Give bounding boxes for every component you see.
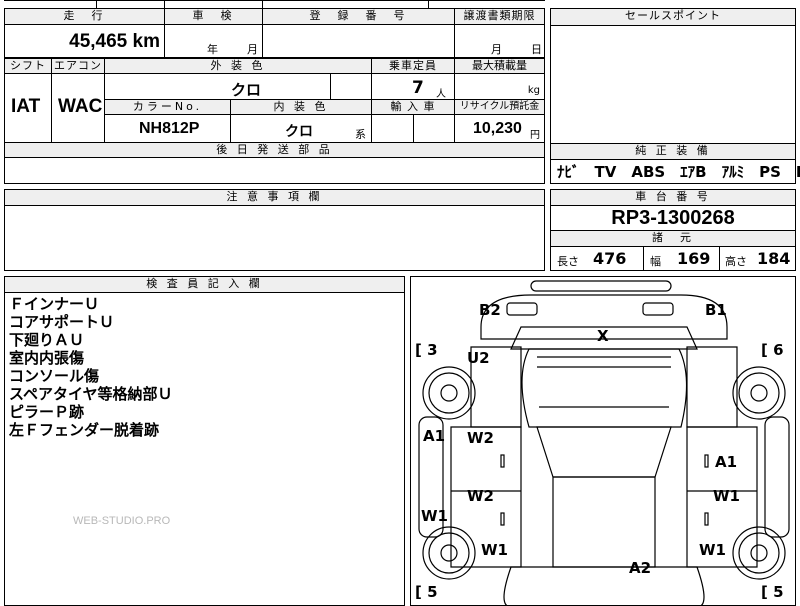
ac-header: エアコン <box>51 58 105 74</box>
mark-w2-upper: W2 <box>467 429 494 447</box>
capacity-header: 乗車定員 <box>371 58 455 74</box>
max-load-cell: kg <box>454 73 545 100</box>
height-label: 高さ <box>725 255 747 268</box>
shift-value: IAT <box>11 96 41 117</box>
length-value: 476 <box>593 249 627 268</box>
car-diagram-box: B2 B1 X U2 [ 3 [ 6 A1 W2 A1 W2 W1 W1 W1 … <box>410 276 796 606</box>
ac-cell: WAC <box>51 73 105 143</box>
chassis-header: 車 台 番 号 <box>551 190 795 206</box>
shift-header: シフト <box>4 58 52 74</box>
mark-b2: B2 <box>479 301 501 319</box>
width-value: 169 <box>677 249 711 268</box>
inspector-note: コンソール傷 <box>9 367 100 385</box>
sales-point-header: セールスポイント <box>551 9 795 26</box>
mark-b1: B1 <box>705 301 727 319</box>
mark-w1-left-inner: W1 <box>481 541 508 559</box>
transfer-day-label: 日 <box>531 43 542 56</box>
interior-color-value: クロ <box>285 124 313 140</box>
inspector-note: 左Ｆフェンダー脱着跡 <box>9 421 160 439</box>
later-parts-header: 後 日 発 送 部 品 <box>4 142 545 158</box>
exterior-color-header: 外 装 色 <box>104 58 372 74</box>
sales-point-box: セールスポイント <box>550 8 796 144</box>
exterior-color-cell: クロ <box>104 73 331 100</box>
interior-color-suffix: 系 <box>355 128 366 141</box>
inspection-cell: 年 月 <box>164 24 263 58</box>
inspection-month-label: 月 <box>247 43 258 56</box>
equipment-header: 純 正 装 備 <box>551 144 795 160</box>
transfer-deadline-header: 譲渡書類期限 <box>454 8 545 25</box>
registration-header: 登 録 番 号 <box>262 8 455 25</box>
watermark: WEB-STUDIO.PRO <box>73 515 171 527</box>
ac-value: WAC <box>58 96 103 117</box>
interior-color-cell: クロ 系 <box>230 114 372 143</box>
caution-header: 注 意 事 項 欄 <box>5 190 544 206</box>
inspector-note: 下廻りＡＵ <box>9 331 85 349</box>
inspector-box: 検 査 員 記 入 欄 ＦインナーＵ コアサポートＵ 下廻りＡＵ 室内内張傷 コ… <box>4 276 405 606</box>
mileage-value: 45,465 km <box>69 31 160 52</box>
mark-a2: A2 <box>629 559 652 577</box>
mark-bracket-left-bottom: [ 5 <box>415 583 438 601</box>
equipment-items: ﾅﾋﾞ TV ABS ｴｱB ｱﾙﾐ PS PW <box>557 163 800 181</box>
max-load-unit: kg <box>527 85 540 96</box>
mark-w1-right-mid: W1 <box>713 487 740 505</box>
mark-bracket-right-bottom: [ 5 <box>761 583 784 601</box>
mark-w2-lower: W2 <box>467 487 494 505</box>
recycle-unit: 円 <box>530 130 540 141</box>
color-no-value: NH812P <box>139 120 200 137</box>
equipment-box: 純 正 装 備 ﾅﾋﾞ TV ABS ｴｱB ｱﾙﾐ PS PW <box>550 143 800 184</box>
mileage-header: 走 行 <box>4 8 165 25</box>
length-label: 長さ <box>557 255 579 268</box>
capacity-value: 7 <box>412 78 424 98</box>
import-cell-a <box>371 114 414 143</box>
mark-bracket-left-top: [ 3 <box>415 341 438 359</box>
recycle-header: リサイクル預託金 <box>454 99 545 115</box>
mark-w1-left: W1 <box>421 507 448 525</box>
transfer-month-label: 月 <box>491 43 502 56</box>
color-no-header: カラーNo. <box>104 99 231 115</box>
registration-cell <box>262 24 455 58</box>
inspection-year-label: 年 <box>207 43 218 56</box>
recycle-cell: 10,230 円 <box>454 114 545 143</box>
recycle-value: 10,230 <box>473 120 522 137</box>
import-cell-b <box>413 114 455 143</box>
mileage-cell: 45,465 km <box>4 24 165 58</box>
mark-w1-right-lower: W1 <box>699 541 726 559</box>
mark-u2: U2 <box>467 349 490 367</box>
chassis-box: 車 台 番 号 RP3-1300268 諸 元 長さ 476 幅 169 高さ … <box>550 189 796 271</box>
spec-row: 長さ 476 幅 169 高さ 184 <box>551 247 795 271</box>
color-no-cell: NH812P <box>104 114 231 143</box>
spec-header: 諸 元 <box>551 231 795 247</box>
capacity-unit: 人 <box>436 89 446 100</box>
inspector-note: 室内内張傷 <box>9 349 85 367</box>
inspector-note: ピラーＰ跡 <box>9 403 85 421</box>
later-parts-cell <box>4 157 545 184</box>
exterior-color-value: クロ <box>231 81 262 99</box>
width-label: 幅 <box>650 255 661 268</box>
mark-a1-left: A1 <box>423 427 446 445</box>
inspector-note: スペアタイヤ等格納部Ｕ <box>9 385 173 403</box>
import-header: 輸 入 車 <box>371 99 455 115</box>
mark-x: X <box>597 327 609 345</box>
capacity-cell: 7 人 <box>371 73 455 100</box>
chassis-number: RP3-1300268 <box>551 206 795 231</box>
inspector-note: コアサポートＵ <box>9 313 115 331</box>
shift-cell: IAT <box>4 73 52 143</box>
inspection-header: 車 検 <box>164 8 263 25</box>
vehicle-info-table: 走 行 車 検 登 録 番 号 譲渡書類期限 45,465 km 年 月 月 日… <box>4 0 545 184</box>
exterior-extra-cell <box>330 73 372 100</box>
mark-bracket-right-top: [ 6 <box>761 341 784 359</box>
max-load-header: 最大積載量 <box>454 58 545 74</box>
transfer-deadline-cell: 月 日 <box>454 24 545 58</box>
inspector-header: 検 査 員 記 入 欄 <box>5 277 404 293</box>
interior-color-header: 内 装 色 <box>230 99 372 115</box>
height-value: 184 <box>757 249 791 268</box>
caution-box: 注 意 事 項 欄 <box>4 189 545 271</box>
inspector-note: ＦインナーＵ <box>9 295 100 313</box>
mark-a1-right: A1 <box>715 453 738 471</box>
